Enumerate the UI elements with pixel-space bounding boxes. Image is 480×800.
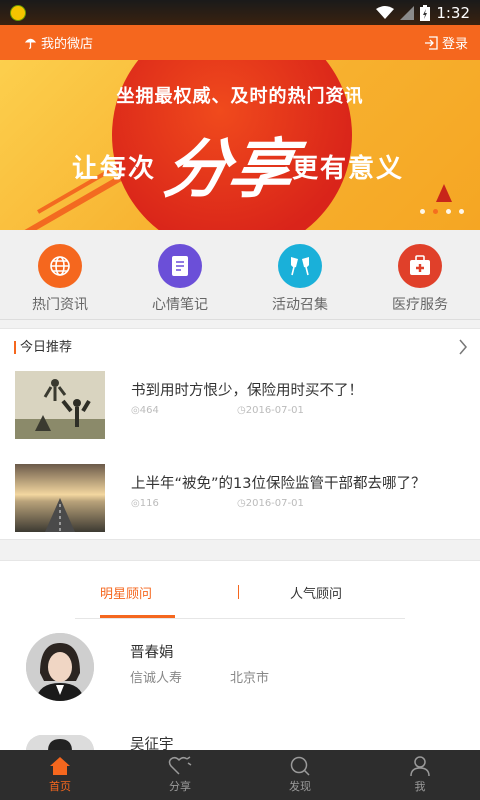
article-meta: ◎464 ◷2016-07-01: [131, 405, 304, 416]
pager-dot[interactable]: [420, 209, 425, 214]
article-date: ◷2016-07-01: [237, 405, 304, 416]
chevron-right-icon[interactable]: [458, 339, 468, 355]
banner-pager[interactable]: [420, 209, 464, 214]
pager-dot[interactable]: [459, 209, 464, 214]
nav-label: 分享: [169, 780, 191, 793]
article-item[interactable]: 上半年“被免”的13位保险监管干部都去哪了？ ◎116 ◷2016-07-01: [15, 464, 470, 532]
category-label: 热门资讯: [32, 297, 88, 313]
category-events[interactable]: 活动召集: [240, 230, 360, 319]
login-label: 登录: [441, 37, 468, 52]
banner-right-text: 更有意义: [292, 154, 405, 184]
banner-triangle: [436, 184, 452, 202]
status-bar: 1:32: [0, 0, 480, 25]
article-meta: ◎116 ◷2016-07-01: [131, 498, 304, 509]
nav-discover[interactable]: 发现: [240, 750, 360, 800]
battery-icon: [420, 4, 431, 21]
article-item[interactable]: 书到用时方恨少，保险用时买不了！ ◎464 ◷2016-07-01: [15, 371, 470, 439]
cheers-icon: [278, 244, 322, 288]
article-views: ◎464: [131, 405, 159, 416]
search-icon: [290, 756, 310, 776]
article-date: ◷2016-07-01: [237, 498, 304, 509]
note-icon: [158, 244, 202, 288]
login-button[interactable]: 登录: [424, 33, 468, 52]
tab-divider: [238, 585, 239, 599]
consultant-tabs: 明星顾问 人气顾问: [75, 575, 405, 619]
consultant-name: 晋春娟: [130, 645, 174, 661]
app-header: 我的微店 登录: [0, 25, 480, 60]
globe-icon: [38, 244, 82, 288]
nav-me[interactable]: 我: [360, 750, 480, 800]
wifi-icon: [376, 5, 395, 19]
article-thumbnail: [15, 371, 105, 439]
consultant-city: 北京市: [230, 671, 270, 686]
login-icon: [424, 35, 438, 50]
recommend-section: 今日推荐 书到用时方恨少，保险用时买不了！ ◎464 ◷2016-07-01 上…: [0, 328, 480, 540]
umbrella-icon: [24, 38, 37, 49]
article-title: 上半年“被免”的13位保险监管干部都去哪了？: [131, 476, 426, 492]
pager-dot[interactable]: [446, 209, 451, 214]
clock-icon: ◷: [237, 498, 246, 509]
banner-left-text: 让每次: [72, 154, 157, 184]
user-icon: [410, 756, 430, 776]
pager-dot-active[interactable]: [433, 209, 438, 214]
signal-icon: [400, 5, 415, 20]
status-time: 1:32: [436, 3, 470, 22]
eye-icon: ◎: [131, 498, 140, 509]
nav-label: 首页: [49, 780, 71, 793]
category-label: 活动召集: [272, 297, 328, 313]
category-hot-news[interactable]: 热门资讯: [0, 230, 120, 319]
my-shop-label: 我的微店: [41, 37, 94, 52]
recommend-title: 今日推荐: [14, 340, 72, 354]
tab-star-consultant[interactable]: 明星顾问: [100, 583, 152, 602]
nav-home[interactable]: 首页: [0, 750, 120, 800]
medical-kit-icon: [398, 244, 442, 288]
category-grid: 热门资讯 心情笔记 活动召集 医疗服务: [0, 230, 480, 320]
nav-label: 发现: [289, 780, 311, 793]
banner-subtitle: 坐拥最权威、及时的热门资讯: [116, 86, 364, 107]
tab-active-indicator: [100, 615, 175, 618]
article-thumbnail: [15, 464, 105, 532]
promo-banner[interactable]: 坐拥最权威、及时的热门资讯 让每次 分享 更有意义: [0, 60, 480, 230]
eye-icon: ◎: [131, 405, 140, 416]
nav-share[interactable]: 分享: [120, 750, 240, 800]
recommend-header[interactable]: 今日推荐: [0, 329, 480, 365]
category-label: 心情笔记: [152, 297, 208, 313]
consultant-section: 明星顾问 人气顾问 晋春娟 信诚人寿 北京市 吴征宇: [0, 560, 480, 753]
article-views: ◎116: [131, 498, 159, 509]
bottom-nav: 首页 分享 发现 我: [0, 750, 480, 800]
clock-icon: ◷: [237, 405, 246, 416]
nav-label: 我: [414, 780, 426, 793]
tab-popular-consultant[interactable]: 人气顾问: [290, 583, 342, 602]
banner-center-text: 分享: [158, 132, 300, 207]
category-label: 医疗服务: [392, 297, 448, 313]
share-heart-icon: [168, 756, 192, 775]
avatar: [26, 633, 94, 701]
my-shop-button[interactable]: 我的微店: [24, 33, 93, 52]
home-icon: [50, 757, 70, 775]
category-mood-notes[interactable]: 心情笔记: [120, 230, 240, 319]
category-medical[interactable]: 医疗服务: [360, 230, 480, 319]
avatar: [26, 735, 94, 751]
app-notification-icon: [10, 4, 26, 21]
article-title: 书到用时方恨少，保险用时买不了！: [131, 383, 363, 399]
consultant-company: 信诚人寿: [130, 671, 183, 686]
